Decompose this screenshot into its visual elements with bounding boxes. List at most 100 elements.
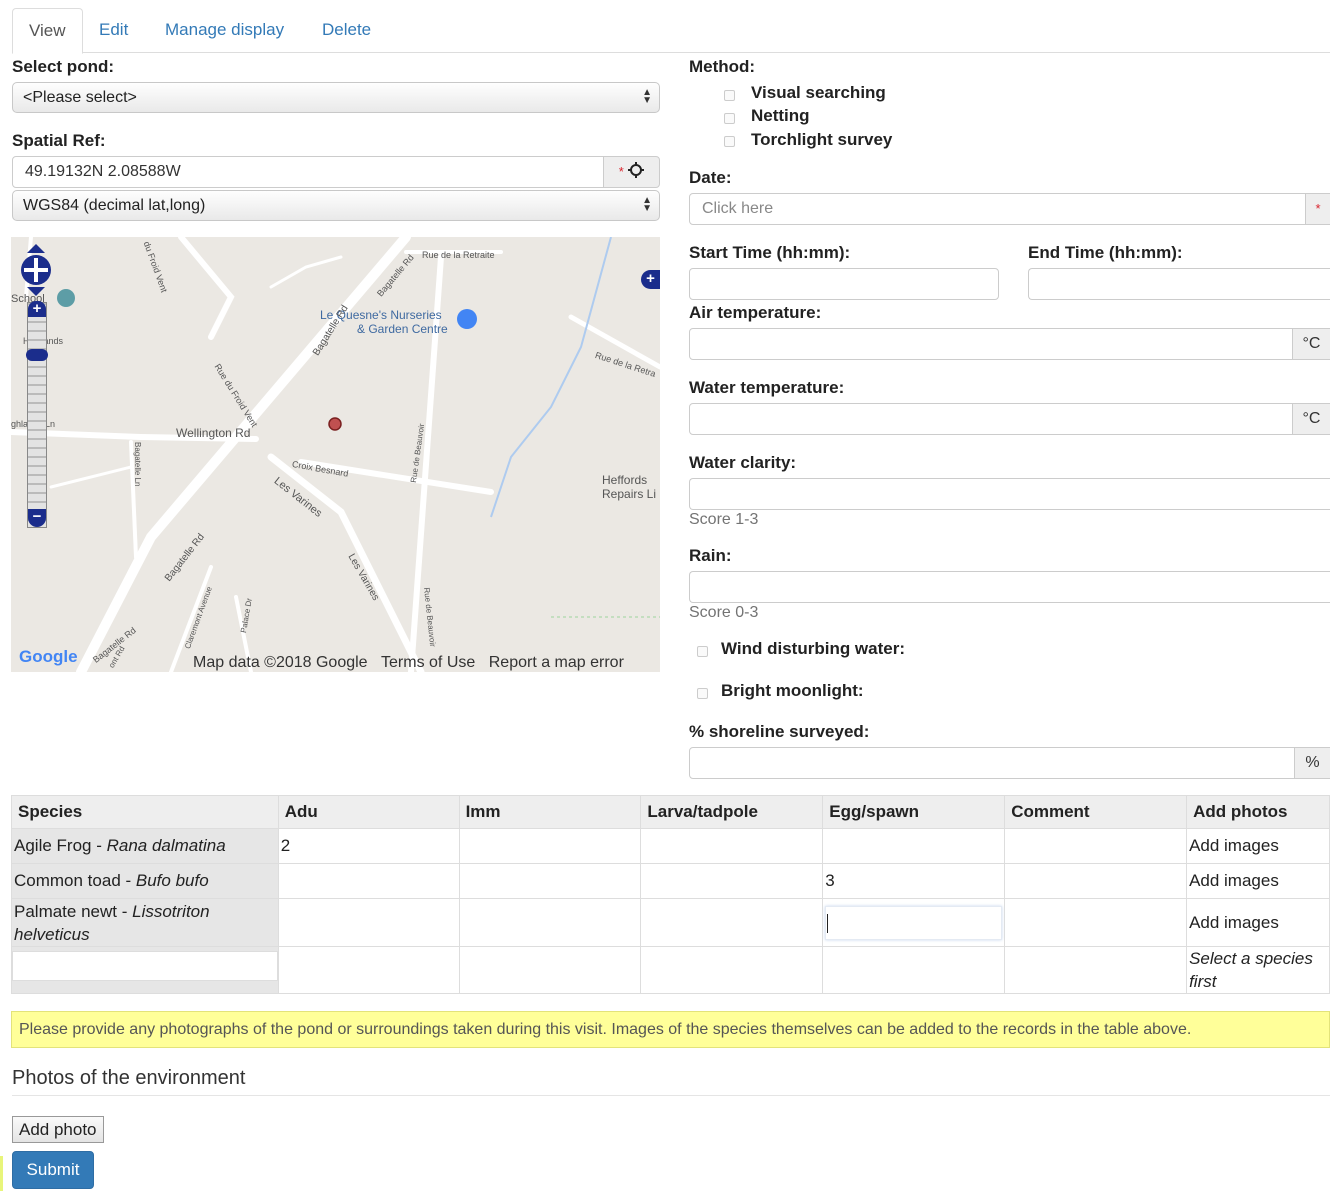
comment-cell[interactable]	[1004, 898, 1188, 947]
photo-notice: Please provide any photographs of the po…	[11, 1011, 1330, 1048]
map-data-text: Map data ©2018 Google	[193, 654, 368, 671]
wind-checkbox[interactable]	[697, 646, 708, 657]
air-temp-input[interactable]	[689, 328, 1293, 360]
method-netting-label: Netting	[751, 106, 810, 125]
comment-cell[interactable]	[1004, 828, 1188, 864]
zoom-handle[interactable]	[26, 349, 48, 361]
adu-cell[interactable]	[277, 946, 460, 994]
comment-cell[interactable]	[1004, 863, 1188, 899]
larva-cell[interactable]	[640, 863, 824, 899]
required-marker: *	[618, 164, 624, 179]
report-map-error-link[interactable]: Report a map error	[489, 654, 624, 671]
imm-cell[interactable]	[458, 898, 642, 947]
imm-cell[interactable]	[458, 828, 642, 864]
table-row: Common toad - Bufo bufo 3 Add images	[11, 863, 1330, 899]
col-egg: Egg/spawn	[822, 795, 1006, 829]
species-cell: Palmate newt - Lissotriton helveticus	[11, 898, 279, 947]
add-images-link[interactable]: Add images	[1186, 828, 1330, 864]
locate-button[interactable]: *	[603, 156, 660, 188]
moonlight-label: Bright moonlight:	[721, 681, 864, 700]
table-row: Agile Frog - Rana dalmatina 2 Add images	[11, 828, 1330, 864]
zoom-slider[interactable]	[27, 302, 47, 528]
spatial-ref-value: 49.19132N 2.08588W	[25, 163, 181, 180]
add-images-link[interactable]: Add images	[1186, 898, 1330, 947]
text-caret	[827, 913, 829, 933]
rain-help: Score 0-3	[689, 604, 759, 621]
col-add-photos: Add photos	[1186, 795, 1330, 829]
rain-input[interactable]	[689, 571, 1330, 603]
rain-label: Rain:	[689, 546, 732, 565]
new-species-cell[interactable]	[11, 946, 279, 994]
comment-cell[interactable]	[1004, 946, 1188, 994]
method-label: Method:	[689, 57, 756, 76]
tab-manage-display[interactable]: Manage display	[149, 8, 300, 53]
tab-delete[interactable]: Delete	[306, 8, 387, 53]
date-label: Date:	[689, 168, 732, 187]
pond-label: Select pond:	[12, 57, 115, 76]
tab-edit[interactable]: Edit	[83, 8, 144, 53]
table-row-new: Select a species first	[11, 946, 1330, 994]
start-time-input[interactable]	[689, 268, 999, 300]
end-time-input[interactable]	[1028, 268, 1330, 300]
tab-view[interactable]: View	[12, 8, 83, 54]
egg-cell[interactable]	[822, 828, 1006, 864]
select-arrows-icon: ▲ ▼	[642, 87, 652, 106]
egg-active-input[interactable]	[825, 905, 1003, 940]
map-pan-control[interactable]	[19, 243, 53, 297]
adu-cell[interactable]: 2	[277, 828, 460, 864]
select-species-hint: Select a species first	[1186, 946, 1330, 994]
shoreline-input[interactable]	[689, 747, 1295, 779]
species-grid: Species Adu Imm Larva/tadpole Egg/spawn …	[11, 795, 1330, 994]
spatial-system-select[interactable]: WGS84 (decimal lat,long) ▲ ▼	[12, 190, 660, 221]
water-temp-input[interactable]	[689, 403, 1293, 435]
spatial-ref-input[interactable]: 49.19132N 2.08588W	[12, 156, 604, 188]
water-temp-unit: °C	[1292, 403, 1330, 435]
tabs-bar: View Edit Manage display Delete	[12, 8, 1330, 54]
larva-cell[interactable]	[640, 828, 824, 864]
water-temp-label: Water temperature:	[689, 378, 845, 397]
select-arrows-icon: ▲ ▼	[642, 195, 652, 214]
table-row: Palmate newt - Lissotriton helveticus Ad…	[11, 898, 1330, 947]
map-label-retraite: Rue de la Retraite	[422, 250, 495, 260]
larva-cell[interactable]	[640, 946, 824, 994]
environment-photos-heading: Photos of the environment	[12, 1067, 246, 1089]
date-input[interactable]: Click here	[689, 193, 1306, 225]
method-torchlight-label: Torchlight survey	[751, 130, 893, 149]
method-torchlight-checkbox[interactable]	[724, 136, 735, 147]
egg-cell[interactable]: 3	[822, 863, 1006, 899]
method-netting-checkbox[interactable]	[724, 113, 735, 124]
egg-cell[interactable]	[822, 946, 1006, 994]
species-cell: Common toad - Bufo bufo	[11, 863, 279, 899]
water-clarity-label: Water clarity:	[689, 453, 797, 472]
adu-cell[interactable]	[277, 863, 460, 899]
water-clarity-input[interactable]	[689, 478, 1330, 510]
moonlight-checkbox[interactable]	[697, 688, 708, 699]
layer-switcher-icon[interactable]: +	[641, 270, 660, 289]
adu-cell[interactable]	[277, 898, 460, 947]
egg-cell-active[interactable]	[822, 898, 1006, 947]
species-grid-header: Species Adu Imm Larva/tadpole Egg/spawn …	[11, 795, 1330, 829]
col-imm: Imm	[458, 795, 642, 829]
terms-link[interactable]: Terms of Use	[381, 654, 475, 671]
zoom-out-icon[interactable]: −	[28, 509, 46, 527]
education-pin-icon	[57, 289, 75, 307]
add-images-link[interactable]: Add images	[1186, 863, 1330, 899]
larva-cell[interactable]	[640, 898, 824, 947]
map-view[interactable]: School Rue de la Retraite Rue de la Retr…	[11, 237, 660, 672]
air-temp-unit: °C	[1292, 328, 1330, 360]
shopping-bag-icon	[457, 309, 477, 329]
map-marker	[328, 417, 342, 431]
add-photo-button[interactable]: Add photo	[12, 1116, 104, 1143]
zoom-in-icon[interactable]: +	[28, 301, 46, 317]
species-cell: Agile Frog - Rana dalmatina	[11, 828, 279, 864]
imm-cell[interactable]	[458, 863, 642, 899]
method-visual-checkbox[interactable]	[724, 90, 735, 101]
col-larva: Larva/tadpole	[640, 795, 824, 829]
submit-button[interactable]: Submit	[12, 1151, 94, 1189]
date-placeholder: Click here	[702, 200, 774, 217]
imm-cell[interactable]	[458, 946, 642, 994]
map-attribution: Map data ©2018 Google Terms of Use Repor…	[193, 654, 624, 672]
pond-select[interactable]: <Please select> ▲ ▼	[12, 82, 660, 113]
col-species: Species	[11, 795, 279, 829]
new-species-input[interactable]	[12, 951, 278, 981]
